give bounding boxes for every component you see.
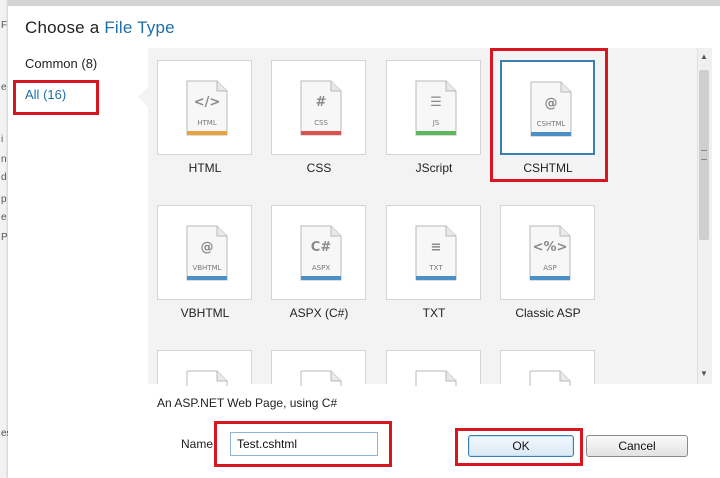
category-all[interactable]: All (16): [25, 87, 66, 102]
svg-text:HTML: HTML: [197, 119, 217, 127]
background-text: P: [1, 232, 8, 243]
category-label: Common: [25, 56, 78, 71]
document-icon: </> HTML: [186, 80, 228, 136]
category-count: (16): [43, 87, 67, 102]
file-type-label: ASPX (C#): [289, 306, 349, 320]
file-type-tile-css[interactable]: # CSS: [271, 60, 366, 155]
document-icon: C# ASPX: [300, 225, 342, 281]
category-common[interactable]: Common (8): [25, 56, 97, 71]
document-icon: # CSS: [300, 80, 342, 136]
svg-text:ASPX: ASPX: [312, 264, 330, 272]
svg-text:CSS: CSS: [314, 119, 328, 127]
document-icon: [300, 370, 342, 386]
file-type-tile-jscript[interactable]: ☰ JS: [386, 60, 481, 155]
title-prefix: Choose a: [25, 18, 100, 37]
file-type-label: CSS: [306, 161, 332, 175]
scroll-down-icon[interactable]: ▼: [697, 369, 711, 381]
file-type-tile-vbhtml[interactable]: @ VBHTML: [157, 205, 252, 300]
file-type-tile-txt[interactable]: ≡ TXT: [386, 205, 481, 300]
background-text: e: [1, 82, 7, 93]
svg-text:CSHTML: CSHTML: [537, 120, 566, 128]
svg-text:ASP: ASP: [543, 264, 556, 272]
document-icon: @ CSHTML: [530, 81, 572, 137]
document-icon: [415, 370, 457, 386]
document-icon: ☰ JS: [415, 80, 457, 136]
dialog-top-border: [8, 0, 720, 6]
file-type-label: Classic ASP: [515, 306, 581, 320]
document-icon: <%> ASP: [529, 225, 571, 281]
file-type-tile-partial[interactable]: [157, 350, 252, 386]
svg-text:VBHTML: VBHTML: [192, 264, 221, 272]
document-icon: @ VBHTML: [186, 225, 228, 281]
file-type-label: JScript: [415, 161, 453, 175]
dialog-title: Choose a File Type: [25, 18, 175, 38]
file-type-tile-cshtml[interactable]: @ CSHTML: [500, 60, 595, 155]
category-count: (8): [81, 56, 98, 71]
title-accent: File Type: [104, 18, 175, 37]
svg-text:≡: ≡: [431, 240, 442, 255]
file-type-description: An ASP.NET Web Page, using C#: [157, 396, 338, 410]
file-type-label: TXT: [422, 306, 446, 320]
svg-text:</>: </>: [194, 95, 221, 110]
svg-text:TXT: TXT: [428, 264, 443, 272]
file-type-tile-partial[interactable]: [386, 350, 481, 386]
file-type-tile-classic-asp[interactable]: <%> ASP: [500, 205, 595, 300]
cancel-button[interactable]: Cancel: [586, 435, 688, 457]
file-type-tile-html[interactable]: </> HTML: [157, 60, 252, 155]
file-type-label: CSHTML: [523, 161, 573, 175]
ok-button[interactable]: OK: [468, 435, 574, 457]
svg-text:#: #: [316, 95, 327, 110]
svg-text:<%>: <%>: [533, 240, 568, 255]
file-type-label: VBHTML: [180, 306, 230, 320]
background-text: e: [1, 212, 7, 223]
svg-text:@: @: [545, 96, 558, 111]
svg-text:C#: C#: [311, 240, 332, 255]
document-icon: [186, 370, 228, 386]
svg-text:☰: ☰: [430, 95, 442, 110]
background-text: d: [1, 172, 7, 183]
file-type-tile-partial[interactable]: [271, 350, 366, 386]
name-input[interactable]: [230, 432, 378, 456]
file-type-tile-aspx-c[interactable]: C# ASPX: [271, 205, 366, 300]
svg-text:JS: JS: [432, 119, 440, 127]
svg-text:@: @: [201, 240, 214, 255]
file-type-tile-partial[interactable]: [500, 350, 595, 386]
scroll-up-icon[interactable]: ▲: [697, 52, 711, 64]
document-icon: [529, 370, 571, 386]
document-icon: ≡ TXT: [415, 225, 457, 281]
category-label: All: [25, 87, 40, 102]
background-text: p: [1, 194, 7, 205]
background-text: F: [1, 20, 8, 31]
background-text: n: [1, 154, 7, 165]
background-text: i: [1, 134, 4, 145]
scrollbar-grip-icon: [701, 150, 707, 160]
name-label: Name: [181, 437, 214, 451]
file-type-label: HTML: [188, 161, 222, 175]
